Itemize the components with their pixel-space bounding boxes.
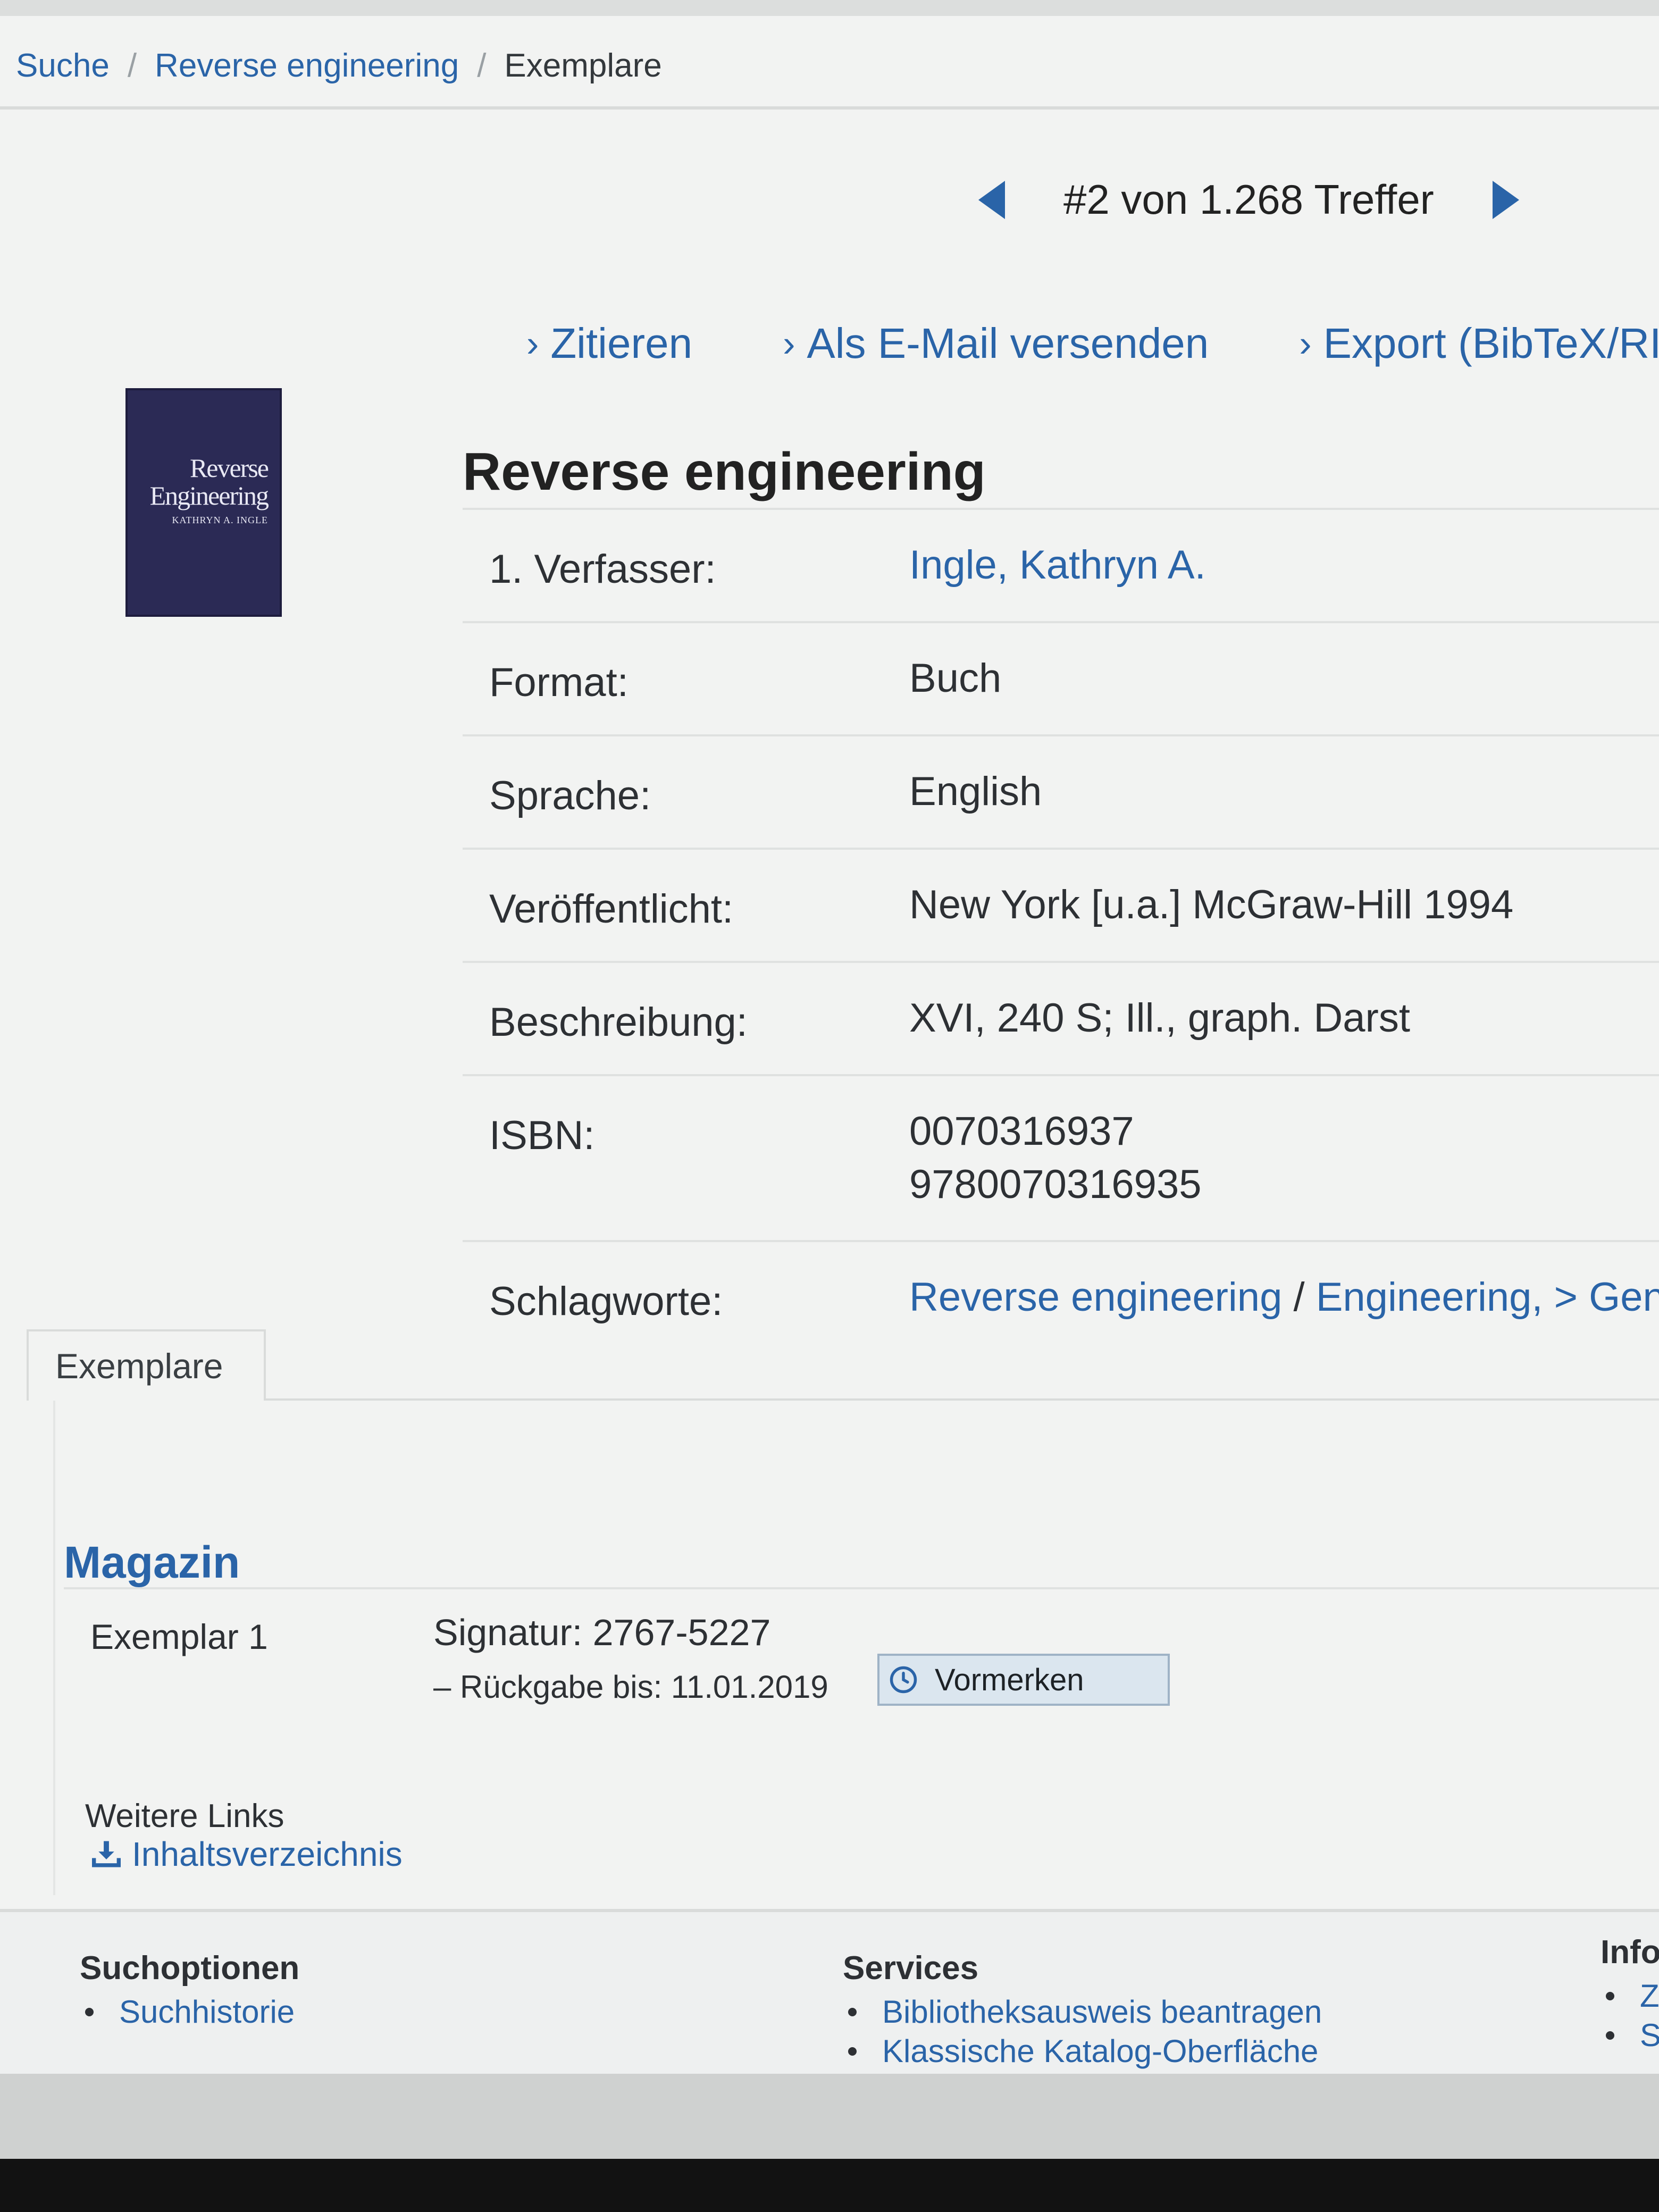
record-title: Reverse engineering: [463, 442, 986, 501]
item-return-date: – Rückgabe bis: 11.01.2019: [433, 1669, 828, 1705]
footer-list-item: Suchhistorie: [80, 1992, 299, 2032]
record-actions: › Zitieren › Als E-Mail versenden › Expo…: [526, 319, 1659, 368]
detail-row-subjects: Schlagworte: Reverse engineering / Engin…: [463, 1240, 1659, 1353]
export-link[interactable]: › Export (BibTeX/RI: [1299, 319, 1659, 368]
footer-search-options: Suchoptionen Suchhistorie: [80, 1949, 299, 2032]
language-value: English: [909, 769, 1042, 814]
pager-text: #2 von 1.268 Treffer: [1063, 176, 1434, 223]
detail-row-isbn: ISBN: 0070316937 9780070316935: [463, 1074, 1659, 1240]
breadcrumb-separator: /: [127, 47, 137, 84]
footer-list-item: S: [1601, 2016, 1659, 2055]
footer-list-item: Bibliotheksausweis beantragen: [843, 1992, 1322, 2032]
window-bottom-area: [0, 2074, 1659, 2159]
footer-heading: Services: [843, 1950, 979, 1987]
bullet-icon: [1606, 1992, 1614, 2000]
cover-title-line: Reverse: [189, 453, 269, 483]
format-label: Format:: [489, 660, 629, 705]
description-value: XVI, 240 S; Ill., graph. Darst: [909, 995, 1410, 1041]
clock-icon: [890, 1666, 917, 1694]
item-label: Exemplar 1: [90, 1617, 268, 1656]
result-pager: #2 von 1.268 Treffer: [978, 175, 1519, 224]
cite-label: Zitieren: [550, 320, 693, 367]
footer-info: Info Z S: [1601, 1933, 1659, 2055]
library-card-link[interactable]: Bibliotheksausweis beantragen: [882, 1992, 1322, 2032]
subjects-label: Schlagworte:: [489, 1279, 723, 1324]
toc-link-label: Inhaltsverzeichnis: [132, 1835, 403, 1873]
detail-row-language: Sprache: English: [463, 734, 1659, 848]
published-label: Veröffentlicht:: [489, 886, 734, 932]
chevron-right-icon: ›: [783, 323, 795, 364]
cite-link[interactable]: › Zitieren: [526, 319, 692, 368]
more-links-heading: Weitere Links: [85, 1798, 284, 1834]
published-value: New York [u.a.] McGraw-Hill 1994: [909, 882, 1514, 927]
chevron-right-icon: ›: [526, 323, 539, 364]
subject-link[interactable]: > Gener: [1554, 1275, 1659, 1320]
chevron-right-icon: ›: [1299, 323, 1312, 364]
footer-heading: Info: [1601, 1934, 1659, 1971]
language-label: Sprache:: [489, 773, 651, 818]
location-heading: Magazin: [64, 1537, 240, 1587]
cover-author-line: KATHRYN A. INGLE: [172, 515, 268, 525]
breadcrumb-separator: /: [477, 47, 487, 84]
holdings-panel: [53, 1401, 1659, 1895]
detail-row-author: 1. Verfasser: Ingle, Kathryn A.: [463, 508, 1659, 621]
subject-separator: /: [1293, 1275, 1305, 1320]
record-details-table: 1. Verfasser: Ingle, Kathryn A. Format: …: [463, 508, 1659, 1353]
toc-link[interactable]: Inhaltsverzeichnis: [90, 1834, 403, 1874]
reserve-button[interactable]: Vormerken: [877, 1654, 1170, 1706]
subject-link[interactable]: Reverse engineering: [909, 1275, 1282, 1320]
isbn-label: ISBN:: [489, 1113, 595, 1158]
isbn-value: 0070316937: [909, 1109, 1134, 1154]
item-signature: Signatur: 2767-5227: [433, 1612, 771, 1653]
location-divider: [64, 1587, 1659, 1589]
detail-row-format: Format: Buch: [463, 621, 1659, 734]
screen-bezel: [0, 2159, 1659, 2212]
footer-list-item: Klassische Katalog-Oberfläche: [843, 2032, 1322, 2071]
bullet-icon: [848, 2008, 857, 2016]
export-label: Export (BibTeX/RI: [1323, 320, 1659, 367]
subject-link[interactable]: Engineering,: [1316, 1275, 1543, 1320]
tab-exemplare-label: Exemplare: [55, 1346, 223, 1386]
book-cover-image: Reverse Engineering KATHRYN A. INGLE: [125, 388, 282, 617]
footer-list-item: Z: [1601, 1976, 1659, 2016]
page-footer: Suchoptionen Suchhistorie Services Bibli…: [0, 1909, 1659, 2077]
detail-row-published: Veröffentlicht: New York [u.a.] McGraw-H…: [463, 848, 1659, 961]
footer-heading: Suchoptionen: [80, 1950, 300, 1987]
isbn-values: 0070316937 9780070316935: [909, 1105, 1201, 1211]
tab-exemplare[interactable]: Exemplare: [27, 1329, 266, 1401]
author-link[interactable]: Ingle, Kathryn A.: [909, 539, 1206, 592]
download-icon: [92, 1841, 121, 1867]
description-label: Beschreibung:: [489, 1000, 748, 1045]
email-label: Als E-Mail versenden: [807, 320, 1209, 367]
breadcrumb-search-link[interactable]: Suche: [16, 47, 110, 85]
breadcrumb-current: Exemplare: [504, 47, 662, 84]
cover-title-line: Engineering: [149, 481, 269, 510]
isbn-value: 9780070316935: [909, 1162, 1202, 1207]
breadcrumb-record-link[interactable]: Reverse engineering: [155, 47, 459, 85]
format-value: Buch: [909, 656, 1002, 701]
search-history-link[interactable]: Suchhistorie: [119, 1992, 295, 2032]
previous-result-arrow-icon[interactable]: [978, 180, 1005, 219]
reserve-button-label: Vormerken: [935, 1662, 1084, 1697]
classic-catalog-link[interactable]: Klassische Katalog-Oberfläche: [882, 2032, 1318, 2071]
bullet-icon: [848, 2047, 857, 2056]
top-strip: [0, 0, 1659, 16]
footer-info-link[interactable]: S: [1640, 2016, 1659, 2055]
breadcrumb: Suche / Reverse engineering / Exemplare: [16, 47, 662, 85]
bullet-icon: [85, 2008, 94, 2016]
bullet-icon: [1606, 2031, 1614, 2040]
footer-services: Services Bibliotheksausweis beantragen K…: [843, 1949, 1322, 2071]
email-link[interactable]: › Als E-Mail versenden: [783, 319, 1209, 368]
author-label: 1. Verfasser:: [489, 547, 716, 592]
detail-row-description: Beschreibung: XVI, 240 S; Ill., graph. D…: [463, 961, 1659, 1074]
breadcrumb-divider: [0, 106, 1659, 110]
subjects-values: Reverse engineering / Engineering, > Gen…: [909, 1271, 1659, 1325]
footer-info-link[interactable]: Z: [1640, 1976, 1659, 2016]
next-result-arrow-icon[interactable]: [1492, 180, 1519, 219]
